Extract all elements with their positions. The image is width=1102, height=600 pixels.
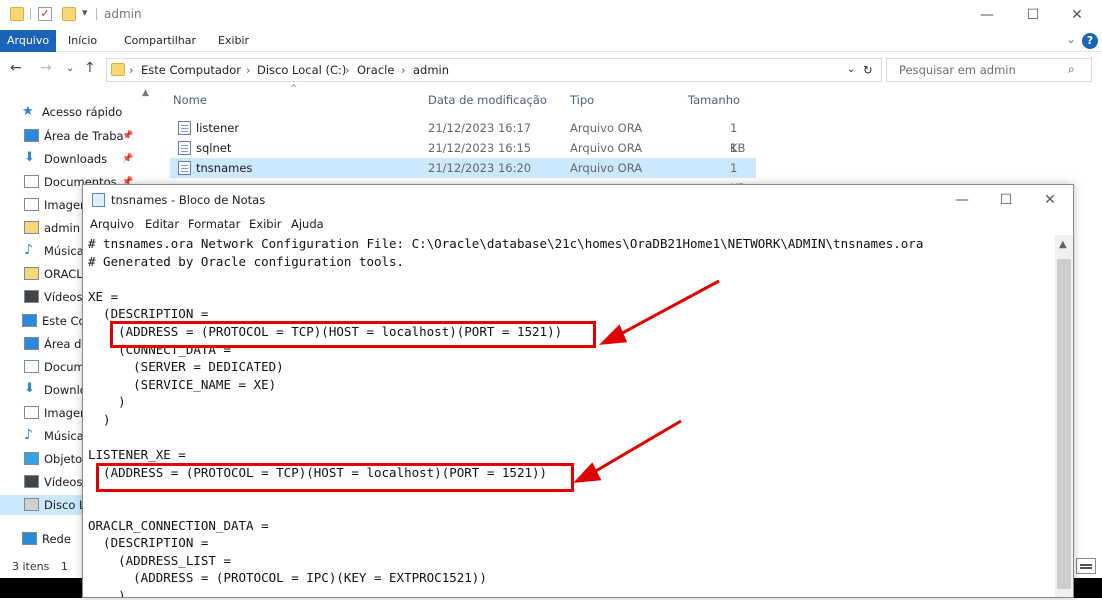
sidebar-item-label: Downloads (44, 152, 108, 166)
help-icon[interactable]: ? (1082, 33, 1098, 49)
file-type: Arquivo ORA (570, 161, 643, 175)
text-file-icon (178, 121, 191, 135)
breadcrumb-item[interactable]: Oracle (357, 63, 394, 77)
file-type: Arquivo ORA (570, 121, 643, 135)
chevron-down-icon[interactable]: ⌄ (1066, 32, 1076, 46)
file-name: tnsnames (196, 161, 253, 175)
file-row-sqlnet[interactable]: sqlnet 21/12/2023 16:15 Arquivo ORA 1 KB (170, 138, 756, 175)
breadcrumb-item[interactable]: Este Computador (141, 63, 241, 77)
file-modified: 21/12/2023 16:20 (428, 161, 532, 175)
music-icon: ♪ (24, 427, 33, 443)
item-count: 3 itens (12, 560, 50, 573)
sidebar-item-label: Acesso rápido (42, 105, 123, 119)
music-icon: ♪ (24, 242, 33, 258)
new-folder-icon[interactable] (62, 7, 76, 21)
folder-icon (111, 63, 125, 76)
videos-icon (24, 290, 39, 303)
window-title: admin (104, 7, 142, 21)
documents-icon (24, 360, 39, 373)
details-view-icon[interactable] (1076, 558, 1096, 574)
pin-icon[interactable]: 📌 (122, 149, 133, 169)
close-button[interactable]: ✕ (1054, 0, 1100, 30)
text-file-icon (178, 141, 191, 155)
documents-icon (24, 175, 39, 188)
network-icon (22, 532, 37, 545)
drive-icon (24, 498, 39, 511)
chevron-down-icon[interactable]: ⌄ (847, 64, 855, 75)
refresh-icon[interactable]: ↻ (863, 63, 873, 77)
computer-icon (22, 314, 37, 327)
file-type: Arquivo ORA (570, 141, 643, 155)
sidebar-item-label: admin (44, 221, 81, 235)
folder-icon (24, 267, 39, 280)
recent-locations-icon[interactable]: ⌄ (66, 63, 74, 74)
maximize-button[interactable]: ☐ (1010, 0, 1056, 30)
sidebar-item-label: Rede (42, 532, 71, 546)
search-input[interactable]: Pesquisar em admin (886, 58, 1092, 82)
arrow-head (599, 324, 628, 345)
tab-exibir[interactable]: Exibir (211, 30, 256, 52)
annotation-arrows (573, 279, 720, 483)
download-icon: ⬇ (24, 381, 35, 396)
status-bar: 3 itens 1 item (0, 556, 82, 595)
file-row-tnsnames[interactable]: tnsnames 21/12/2023 16:20 Arquivo ORA 1 … (170, 158, 756, 195)
sidebar-item-label: Área de Traba (44, 129, 124, 143)
tab-arquivo[interactable]: Arquivo (0, 30, 57, 52)
back-icon[interactable]: ← (10, 60, 22, 76)
file-name: sqlnet (196, 141, 232, 155)
breadcrumb-separator: › (129, 63, 134, 77)
arrow-line (614, 279, 720, 339)
search-icon[interactable]: ⌕ (1068, 62, 1075, 77)
file-name: listener (196, 121, 240, 135)
desktop-icon (24, 337, 39, 350)
sidebar-item-label: Vídeos (44, 290, 83, 304)
column-header-type[interactable]: Tipo (570, 93, 594, 107)
folder-icon (10, 7, 24, 21)
text-file-icon (178, 161, 191, 175)
pictures-icon (24, 406, 39, 419)
toolbar-separator (96, 8, 97, 20)
star-icon: ★ (22, 104, 34, 119)
download-icon: ⬇ (24, 150, 35, 165)
file-modified: 21/12/2023 16:17 (428, 121, 532, 135)
videos-icon (24, 475, 39, 488)
breadcrumb-separator: › (246, 63, 251, 77)
arrow-head (573, 462, 602, 483)
sort-ascending-icon: ^ (290, 84, 298, 94)
objects3d-icon (24, 452, 39, 465)
file-modified: 21/12/2023 16:15 (428, 141, 532, 155)
pictures-icon (24, 198, 39, 211)
tab-compartilhar[interactable]: Compartilhar (117, 30, 203, 52)
address-bar[interactable]: › Este Computador › Disco Local (C:) › O… (106, 58, 882, 82)
pin-icon[interactable]: 📌 (122, 126, 133, 146)
breadcrumb-item[interactable]: Disco Local (C:) (257, 63, 346, 77)
explorer-titlebar: ✓ ▾ admin — ☐ ✕ (0, 0, 1102, 30)
column-header-size[interactable]: Tamanho (688, 93, 740, 107)
column-header-modified[interactable]: Data de modificação (428, 93, 547, 107)
breadcrumb-item[interactable]: admin (413, 63, 449, 77)
column-header-name[interactable]: Nome (173, 93, 207, 107)
sidebar-item-label: Vídeos (44, 475, 83, 489)
tab-inicio[interactable]: Início (61, 30, 104, 52)
customize-toolbar-icon[interactable]: ▾ (82, 6, 88, 19)
scroll-up-icon[interactable]: ▲ (142, 88, 149, 98)
forward-icon[interactable]: → (40, 60, 52, 76)
breadcrumb-separator: › (345, 63, 350, 77)
minimize-button[interactable]: — (964, 0, 1010, 30)
properties-icon[interactable]: ✓ (38, 7, 52, 21)
address-row: ← → ⌄ ↑ › Este Computador › Disco Local … (0, 56, 1102, 84)
breadcrumb-separator: › (401, 63, 406, 77)
file-row-listener[interactable]: listener 21/12/2023 16:17 Arquivo ORA 1 … (170, 118, 756, 155)
toolbar-separator (30, 8, 31, 20)
ribbon-tabs: Arquivo Início Compartilhar Exibir ⌄ ? (0, 30, 1102, 52)
up-icon[interactable]: ↑ (84, 60, 96, 76)
arrow-line (588, 419, 682, 477)
notepad-window: tnsnames - Bloco de Notas — ☐ ✕ Arquivo … (82, 184, 1074, 598)
folder-icon (24, 221, 39, 234)
desktop-icon (24, 129, 39, 142)
